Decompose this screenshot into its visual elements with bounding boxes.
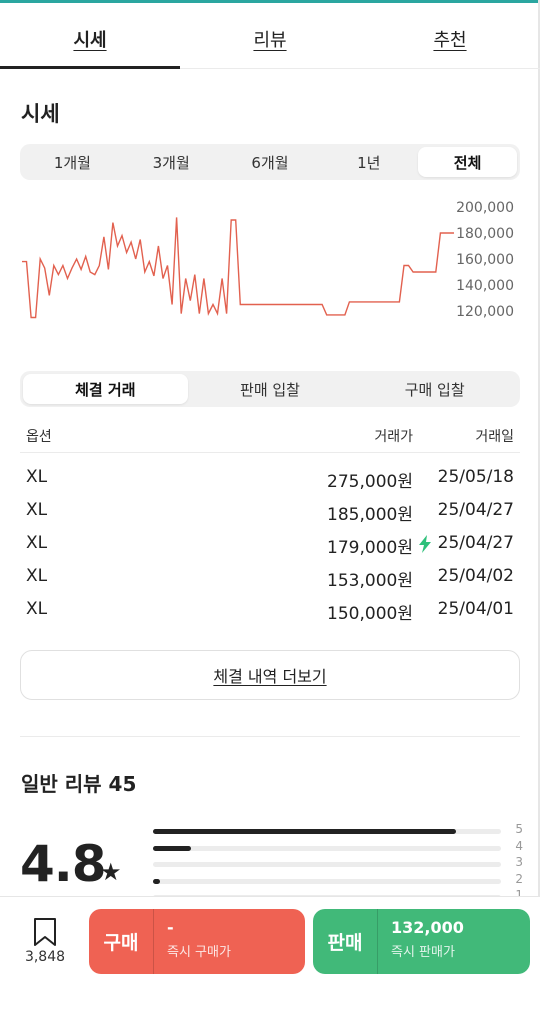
period-6m[interactable]: 6개월: [221, 147, 320, 177]
y-tick-label: 140,000: [456, 278, 514, 294]
price-chart[interactable]: 200,000 180,000 160,000 140,000 120,000: [20, 195, 520, 335]
buy-subtitle: 즉시 구매가: [167, 945, 231, 960]
y-tick-label: 160,000: [456, 252, 514, 268]
bookmark-icon: [34, 918, 56, 946]
row-price: 179,000원: [327, 538, 413, 558]
top-accent-line: [0, 0, 540, 3]
rating-bar-row: 2: [153, 871, 523, 892]
buy-price: -: [167, 918, 174, 937]
trade-type-completed[interactable]: 체결 거래: [23, 374, 188, 404]
wishlist-button[interactable]: 3,848: [14, 917, 76, 965]
y-tick-label: 180,000: [456, 226, 514, 242]
row-option: XL: [26, 533, 48, 553]
bottom-action-bar: 3,848 구매 - 즉시 구매가 판매 132,000 즉시 판매가: [0, 896, 540, 1025]
buy-button[interactable]: 구매 - 즉시 구매가: [89, 909, 305, 974]
wishlist-count: 3,848: [24, 949, 66, 965]
row-date: 25/04/27: [437, 500, 514, 520]
sell-separator: [377, 909, 378, 974]
period-3m[interactable]: 3개월: [122, 147, 221, 177]
rating-bar-track: [153, 862, 501, 868]
sell-label: 판매: [327, 932, 363, 954]
y-tick-label: 200,000: [456, 200, 514, 216]
rating-bar-label: 4: [515, 838, 523, 853]
rating-bar-row: 4: [153, 838, 523, 859]
period-all[interactable]: 전체: [418, 147, 517, 177]
tab-price[interactable]: 시세: [0, 10, 180, 69]
row-option: XL: [26, 500, 48, 520]
period-1m[interactable]: 1개월: [23, 147, 122, 177]
row-option: XL: [26, 599, 48, 619]
row-date: 25/04/01: [437, 599, 514, 619]
row-option: XL: [26, 467, 48, 487]
price-line: [22, 217, 454, 319]
trade-table-body: XL 275,000원 25/05/18 XL 185,000원 25/04/2…: [20, 461, 520, 626]
header-price: 거래가: [374, 429, 413, 445]
rating-bar-track: [153, 878, 501, 884]
header-option: 옵션: [26, 429, 52, 445]
trade-type-buy-bids[interactable]: 구매 입찰: [352, 374, 517, 404]
table-row: XL 275,000원 25/05/18: [20, 461, 520, 494]
rating-bar-row: 3: [153, 855, 523, 875]
rating-bar-row: 5: [153, 822, 523, 842]
quick-delivery-bolt-icon: [419, 535, 431, 553]
sell-subtitle: 즉시 판매가: [391, 945, 455, 960]
row-date: 25/05/18: [437, 467, 514, 487]
tab-price-label: 시세: [73, 30, 107, 51]
row-date: 25/04/02: [437, 566, 514, 586]
header-date: 거래일: [475, 429, 514, 445]
trade-table-header: 옵션 거래가 거래일: [20, 422, 520, 453]
period-1y[interactable]: 1년: [319, 147, 418, 177]
row-price: 185,000원: [327, 505, 413, 525]
more-trades-button[interactable]: 체결 내역 더보기: [20, 650, 520, 700]
row-price: 275,000원: [327, 472, 413, 492]
rating-bar-label: 3: [515, 855, 523, 870]
rating-bar-fill: [153, 829, 456, 834]
table-row: XL 150,000원 25/04/01: [20, 593, 520, 626]
trade-type-sell-bids[interactable]: 판매 입찰: [188, 374, 353, 404]
y-tick-label: 120,000: [456, 304, 514, 320]
table-row: XL 153,000원 25/04/02: [20, 560, 520, 593]
rating-bar-fill: [153, 878, 160, 884]
price-section-title: 시세: [21, 102, 60, 126]
row-option: XL: [26, 566, 48, 586]
star-icon: ★: [100, 858, 122, 886]
sell-button[interactable]: 판매 132,000 즉시 판매가: [313, 909, 530, 974]
review-section-title: 일반 리뷰 45: [21, 772, 137, 796]
row-price: 153,000원: [327, 571, 413, 591]
table-row: XL 179,000원 25/04/27: [20, 527, 520, 560]
rating-bar-label: 5: [515, 822, 523, 836]
rating-score: 4.8: [20, 835, 107, 893]
more-trades-label: 체결 내역 더보기: [213, 667, 327, 686]
tab-recommend-label: 추천: [433, 30, 467, 51]
sell-price: 132,000: [391, 918, 464, 937]
tab-reviews-label: 리뷰: [253, 30, 287, 51]
buy-label: 구매: [103, 932, 139, 954]
row-date: 25/04/27: [437, 533, 514, 553]
period-selector: 1개월 3개월 6개월 1년 전체: [20, 144, 520, 180]
top-tabs: 시세 리뷰 추천: [0, 10, 540, 69]
trade-type-selector: 체결 거래 판매 입찰 구매 입찰: [20, 371, 520, 407]
rating-bar-track: [153, 829, 501, 834]
tab-recommend[interactable]: 추천: [360, 10, 540, 68]
buy-separator: [153, 909, 154, 974]
section-divider: [20, 736, 520, 737]
table-row: XL 185,000원 25/04/27: [20, 494, 520, 527]
rating-bar-track: [153, 845, 501, 851]
rating-bar-label: 2: [515, 871, 523, 886]
tab-reviews[interactable]: 리뷰: [180, 10, 360, 68]
rating-bar-fill: [153, 845, 192, 851]
row-price: 150,000원: [327, 604, 413, 624]
